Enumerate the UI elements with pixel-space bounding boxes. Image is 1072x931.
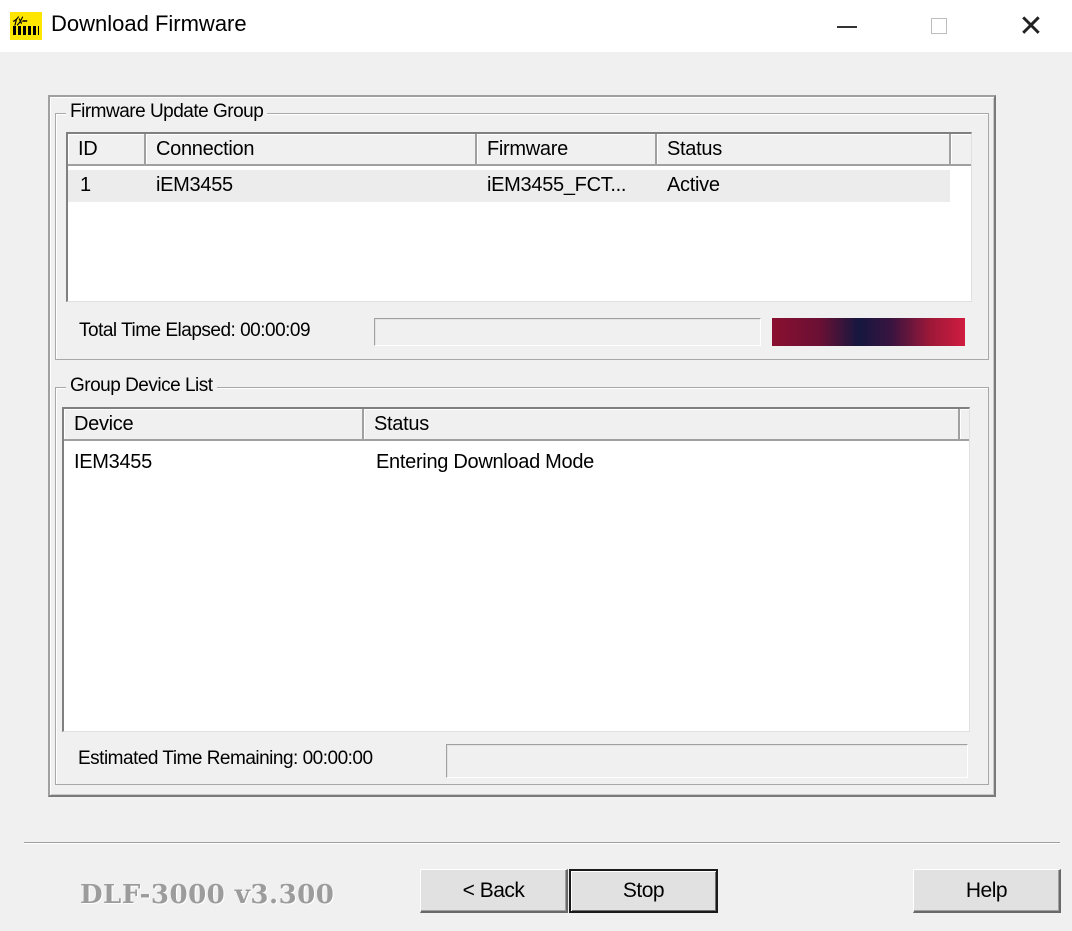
close-icon: ✕: [1018, 8, 1044, 44]
help-button[interactable]: Help: [913, 869, 1061, 913]
column-filler: [960, 409, 969, 441]
firmware-list[interactable]: ID Connection Firmware Status 1 iEM3455 …: [66, 132, 972, 302]
stop-button[interactable]: Stop: [569, 869, 718, 913]
row-status: Active: [667, 174, 720, 196]
minimize-icon: [837, 26, 857, 28]
app-icon-pattern: [13, 26, 39, 35]
footer-separator: [24, 842, 1060, 844]
row-firmware: iEM3455_FCT...: [487, 174, 627, 196]
device-status: Entering Download Mode: [376, 451, 594, 473]
firmware-group-label: Firmware Update Group: [66, 101, 268, 123]
remaining-progress-field: [446, 744, 968, 778]
window-title: Download Firmware: [51, 11, 247, 36]
column-device[interactable]: Device: [64, 409, 364, 441]
device-group-label: Group Device List: [66, 375, 217, 397]
row-id: 1: [80, 174, 91, 196]
table-row[interactable]: 1 iEM3455 iEM3455_FCT... Active: [68, 170, 950, 202]
minimize-button[interactable]: [812, 0, 882, 52]
app-icon: ｲﾒｰ: [10, 12, 42, 40]
column-firmware[interactable]: Firmware: [477, 134, 657, 166]
firmware-list-header: ID Connection Firmware Status: [68, 134, 971, 166]
progress-marquee: [772, 318, 965, 346]
close-button[interactable]: ✕: [996, 0, 1066, 52]
total-time-elapsed: Total Time Elapsed: 00:00:09: [79, 320, 311, 341]
title-bar: ｲﾒｰ Download Firmware ✕: [0, 0, 1072, 52]
column-id[interactable]: ID: [68, 134, 146, 166]
estimated-time-remaining: Estimated Time Remaining: 00:00:00: [78, 748, 373, 769]
row-connection: iEM3455: [156, 174, 233, 196]
maximize-icon: [931, 18, 947, 34]
column-connection[interactable]: Connection: [146, 134, 477, 166]
back-button[interactable]: < Back: [420, 869, 568, 913]
device-list[interactable]: Device Status IEM3455 Entering Download …: [62, 407, 970, 732]
column-device-status[interactable]: Status: [364, 409, 960, 441]
list-item[interactable]: IEM3455 Entering Download Mode: [64, 447, 969, 479]
device-list-header: Device Status: [64, 409, 969, 441]
column-filler: [951, 134, 971, 166]
device-name: IEM3455: [74, 451, 152, 473]
maximize-button[interactable]: [904, 0, 974, 52]
version-label: DLF-3000 v3.300: [80, 880, 335, 910]
total-progress-field: [374, 318, 761, 346]
column-status[interactable]: Status: [657, 134, 951, 166]
